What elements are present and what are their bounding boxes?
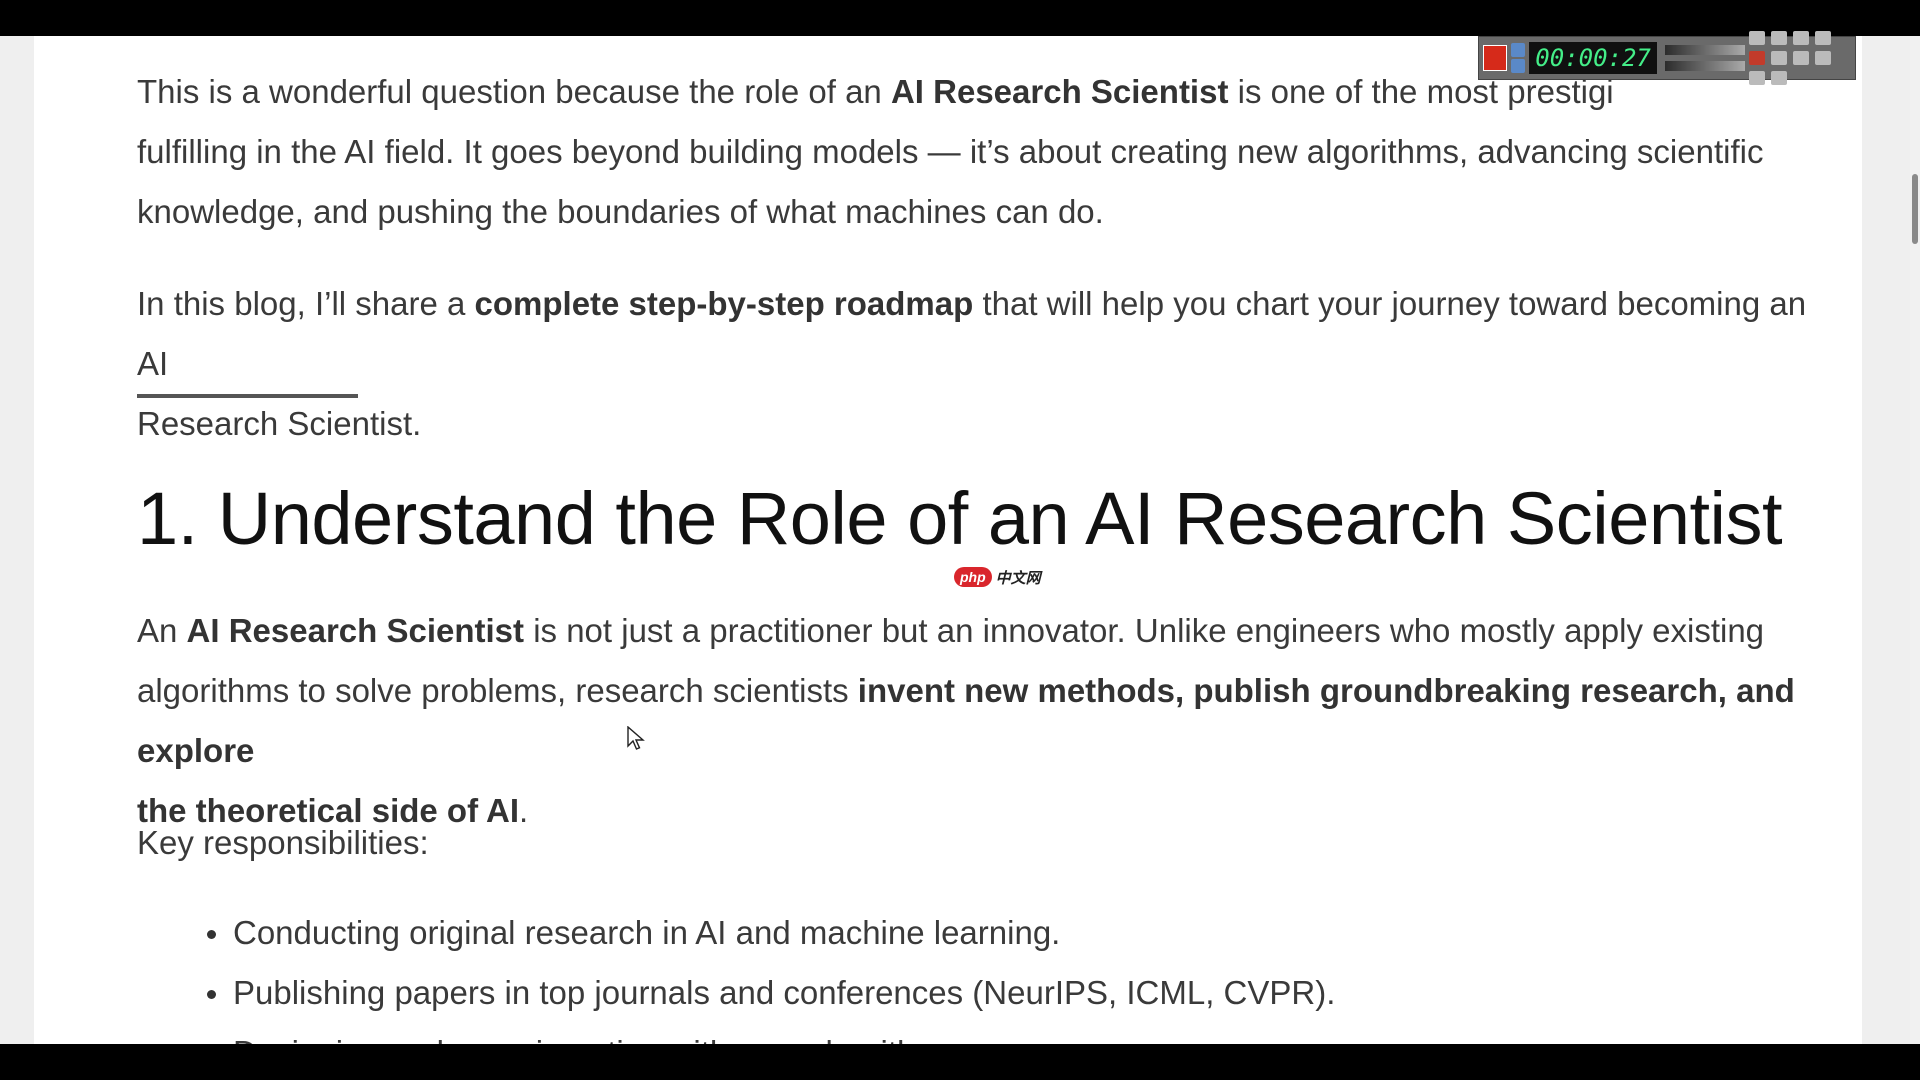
list-item: Publishing papers in top journals and co… <box>206 963 1335 1023</box>
region-icon[interactable] <box>1770 51 1787 65</box>
role-paragraph: An AI Research Scientist is not just a p… <box>137 601 1837 841</box>
text-run: In this blog, I’ll share a <box>137 285 475 322</box>
webcam-icon[interactable] <box>1748 31 1765 45</box>
pause-icon[interactable] <box>1511 59 1526 73</box>
page-scrollbar[interactable] <box>1910 36 1920 1044</box>
bold-text: AI Research Scientist <box>186 612 525 649</box>
list-item: Designing and experimenting with new alg… <box>233 1023 1335 1044</box>
watermark-text: 中文网 <box>995 569 1041 587</box>
speaker-level-bar[interactable] <box>1664 45 1745 55</box>
top-letterbox <box>0 0 1920 36</box>
mic-level-bar[interactable] <box>1664 61 1745 71</box>
monitor-icon[interactable] <box>1748 71 1765 85</box>
section-divider <box>137 394 358 398</box>
bold-text: AI Research Scientist <box>890 73 1229 110</box>
responsibilities-list: Conducting original research in AI and m… <box>137 903 1335 1044</box>
settings-icon[interactable] <box>1792 31 1809 45</box>
text-run: . <box>519 792 529 829</box>
list-item: Conducting original research in AI and m… <box>206 903 1335 963</box>
display-icon[interactable] <box>1770 71 1787 85</box>
responsibilities-label: Key responsibilities: <box>137 824 429 861</box>
audio-levels <box>1664 45 1745 71</box>
bottom-letterbox <box>0 1044 1920 1080</box>
record-stop-button[interactable] <box>1483 45 1508 71</box>
scrollbar-thumb[interactable] <box>1912 174 1918 244</box>
intro-paragraph: This is a wonderful question because the… <box>137 62 1763 242</box>
text-run: fulfilling in the AI field. It goes beyo… <box>137 133 1764 170</box>
bold-text: complete step-by-step roadmap <box>474 285 974 322</box>
recorder-options <box>1748 31 1851 85</box>
browser-viewport: This is a wonderful question because the… <box>0 36 1920 1044</box>
close-icon[interactable] <box>1748 51 1765 65</box>
minimize-icon[interactable] <box>1814 31 1831 45</box>
watermark-logo: php <box>954 567 992 587</box>
site-watermark: php 中文网 <box>954 566 1041 588</box>
folder-icon[interactable] <box>1770 31 1787 45</box>
text-run: knowledge, and pushing the boundaries of… <box>137 193 1104 230</box>
timer-icon[interactable] <box>1511 43 1526 57</box>
article-page: This is a wonderful question because the… <box>34 36 1862 1044</box>
blog-intro-paragraph: In this blog, I’ll share a complete step… <box>137 274 1837 454</box>
recording-timer: 00:00:27 <box>1529 42 1657 74</box>
text-run: An <box>137 612 187 649</box>
screen-recorder-toolbar: 00:00:27 <box>1478 31 1856 85</box>
window-icon[interactable] <box>1814 51 1831 65</box>
text-run: Research Scientist. <box>137 405 422 442</box>
text-run: is not just a practitioner but an innova… <box>524 612 1765 649</box>
section-heading: 1. Understand the Role of an AI Research… <box>137 477 1783 560</box>
text-run: This is a wonderful question because the… <box>137 73 891 110</box>
fullscreen-icon[interactable] <box>1792 51 1809 65</box>
text-run: algorithms to solve problems, research s… <box>137 672 858 709</box>
recorder-control-group <box>1511 43 1526 73</box>
